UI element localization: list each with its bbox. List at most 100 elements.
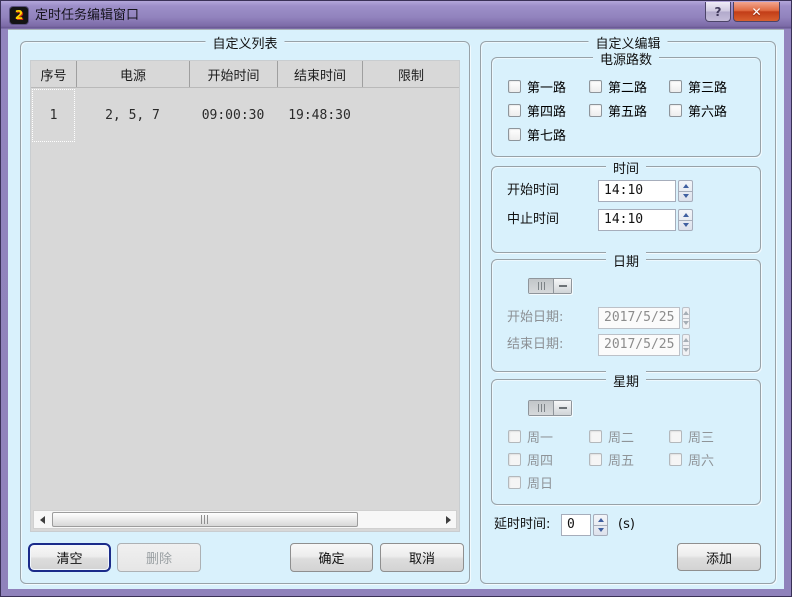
titlebar[interactable]: 2 定时任务编辑窗口 ? ✕ (2, 2, 790, 29)
date-group: 日期 开始日期: 2017/5/25 结束日期: 2017/5/25 (491, 259, 761, 372)
custom-edit-group: 自定义编辑 电源路数 第一路 第二路 第三路 第四路 第五路 第六路 第七路 时… (480, 41, 776, 584)
delay-time-label: 延时时间: (494, 514, 550, 536)
horizontal-scrollbar[interactable] (33, 510, 457, 529)
table-header: 序号 电源 开始时间 结束时间 限制 (31, 61, 459, 88)
checkbox-channel-3[interactable]: 第三路 (669, 77, 752, 95)
close-button[interactable]: ✕ (733, 2, 780, 22)
scroll-left-icon (40, 516, 45, 524)
checkbox-icon (508, 128, 521, 141)
spin-buttons (682, 334, 690, 356)
cell-end: 19:48:30 (277, 88, 362, 143)
checkbox-channel-6[interactable]: 第六路 (669, 101, 752, 119)
column-header-limit[interactable]: 限制 (362, 61, 459, 87)
clear-button[interactable]: 清空 (28, 543, 111, 572)
checkbox-channel-5[interactable]: 第五路 (589, 101, 669, 119)
checkbox-monday[interactable]: 周一 (508, 427, 589, 445)
end-date-value[interactable]: 2017/5/25 (598, 334, 680, 356)
power-channels-title: 电源路数 (593, 49, 659, 68)
checkbox-tuesday[interactable]: 周二 (589, 427, 669, 445)
cancel-button[interactable]: 取消 (380, 543, 464, 572)
end-date-label: 结束日期: (507, 334, 563, 356)
checkbox-icon (508, 430, 521, 443)
start-date-value[interactable]: 2017/5/25 (598, 307, 680, 329)
checkbox-icon (669, 80, 682, 93)
power-channels-group: 电源路数 第一路 第二路 第三路 第四路 第五路 第六路 第七路 (491, 57, 761, 157)
delete-button[interactable]: 删除 (117, 543, 201, 572)
stop-time-label: 中止时间 (507, 209, 559, 231)
client-area: 自定义列表 序号 电源 开始时间 结束时间 限制 1 2, 5, 7 09:00… (8, 29, 784, 589)
spin-buttons (678, 180, 693, 202)
start-time-label: 开始时间 (507, 180, 559, 202)
column-header-end[interactable]: 结束时间 (277, 61, 362, 87)
week-group-title: 星期 (606, 371, 646, 390)
checkbox-icon (508, 80, 521, 93)
checkbox-icon (508, 476, 521, 489)
checkbox-channel-2[interactable]: 第二路 (589, 77, 669, 95)
spin-buttons (593, 514, 608, 536)
checkbox-icon (508, 453, 521, 466)
checkbox-saturday[interactable]: 周六 (669, 450, 752, 468)
table-row[interactable]: 1 2, 5, 7 09:00:30 19:48:30 (31, 88, 459, 143)
column-header-start[interactable]: 开始时间 (189, 61, 277, 87)
checkbox-channel-4[interactable]: 第四路 (508, 101, 589, 119)
end-date-spinner[interactable]: 2017/5/25 (598, 334, 685, 356)
checkbox-sunday[interactable]: 周日 (508, 473, 589, 491)
checkbox-icon (669, 104, 682, 117)
app-logo-icon: 2 (10, 7, 28, 24)
checkbox-icon (589, 430, 602, 443)
custom-list-title: 自定义列表 (205, 33, 284, 52)
start-time-value[interactable]: 14:10 (598, 180, 676, 202)
column-header-power[interactable]: 电源 (76, 61, 189, 87)
cell-seq[interactable]: 1 (31, 88, 76, 143)
scrollbar-thumb[interactable] (52, 512, 358, 527)
checkbox-thursday[interactable]: 周四 (508, 450, 589, 468)
delay-time-value[interactable]: 0 (561, 514, 591, 536)
delay-time-spinner[interactable]: 0 (561, 514, 608, 536)
spin-up-icon[interactable] (679, 181, 692, 192)
spin-up-icon[interactable] (683, 308, 689, 319)
checkbox-icon (589, 453, 602, 466)
start-time-spinner[interactable]: 14:10 (598, 180, 693, 202)
checkbox-icon (669, 453, 682, 466)
date-group-title: 日期 (606, 251, 646, 270)
checkbox-icon (589, 80, 602, 93)
scroll-right-button[interactable] (440, 511, 456, 528)
toggle-track (529, 401, 553, 415)
add-button[interactable]: 添加 (677, 543, 761, 571)
cell-start: 09:00:30 (189, 88, 277, 143)
spin-down-icon[interactable] (683, 319, 689, 329)
start-date-spinner[interactable]: 2017/5/25 (598, 307, 685, 329)
scroll-left-button[interactable] (34, 511, 50, 528)
spin-down-icon[interactable] (594, 526, 607, 536)
spin-buttons (682, 307, 690, 329)
spin-up-icon[interactable] (683, 335, 689, 346)
spin-down-icon[interactable] (683, 346, 689, 356)
delay-unit-label: (s) (618, 514, 635, 536)
spin-down-icon[interactable] (679, 192, 692, 202)
dialog-window: 2 定时任务编辑窗口 ? ✕ 自定义列表 序号 电源 开始时间 结束时间 限制 … (0, 0, 792, 597)
column-header-seq[interactable]: 序号 (31, 61, 76, 87)
date-enable-toggle[interactable] (528, 278, 572, 294)
week-enable-toggle[interactable] (528, 400, 572, 416)
checkbox-friday[interactable]: 周五 (589, 450, 669, 468)
spin-up-icon[interactable] (679, 210, 692, 221)
task-table[interactable]: 序号 电源 开始时间 结束时间 限制 1 2, 5, 7 09:00:30 19… (30, 60, 460, 532)
spin-buttons (678, 209, 693, 231)
scroll-right-icon (446, 516, 451, 524)
time-group-title: 时间 (606, 158, 646, 177)
stop-time-spinner[interactable]: 14:10 (598, 209, 693, 231)
cell-limit (362, 88, 459, 143)
stop-time-value[interactable]: 14:10 (598, 209, 676, 231)
checkbox-icon (669, 430, 682, 443)
checkbox-channel-1[interactable]: 第一路 (508, 77, 589, 95)
cell-power: 2, 5, 7 (76, 88, 189, 143)
window-title: 定时任务编辑窗口 (35, 2, 139, 29)
spin-down-icon[interactable] (679, 221, 692, 231)
ok-button[interactable]: 确定 (290, 543, 373, 572)
checkbox-channel-7[interactable]: 第七路 (508, 125, 589, 143)
close-icon: ✕ (751, 5, 761, 19)
help-button[interactable]: ? (705, 2, 731, 22)
spin-up-icon[interactable] (594, 515, 607, 526)
custom-list-group: 自定义列表 序号 电源 开始时间 结束时间 限制 1 2, 5, 7 09:00… (20, 41, 470, 584)
checkbox-wednesday[interactable]: 周三 (669, 427, 752, 445)
